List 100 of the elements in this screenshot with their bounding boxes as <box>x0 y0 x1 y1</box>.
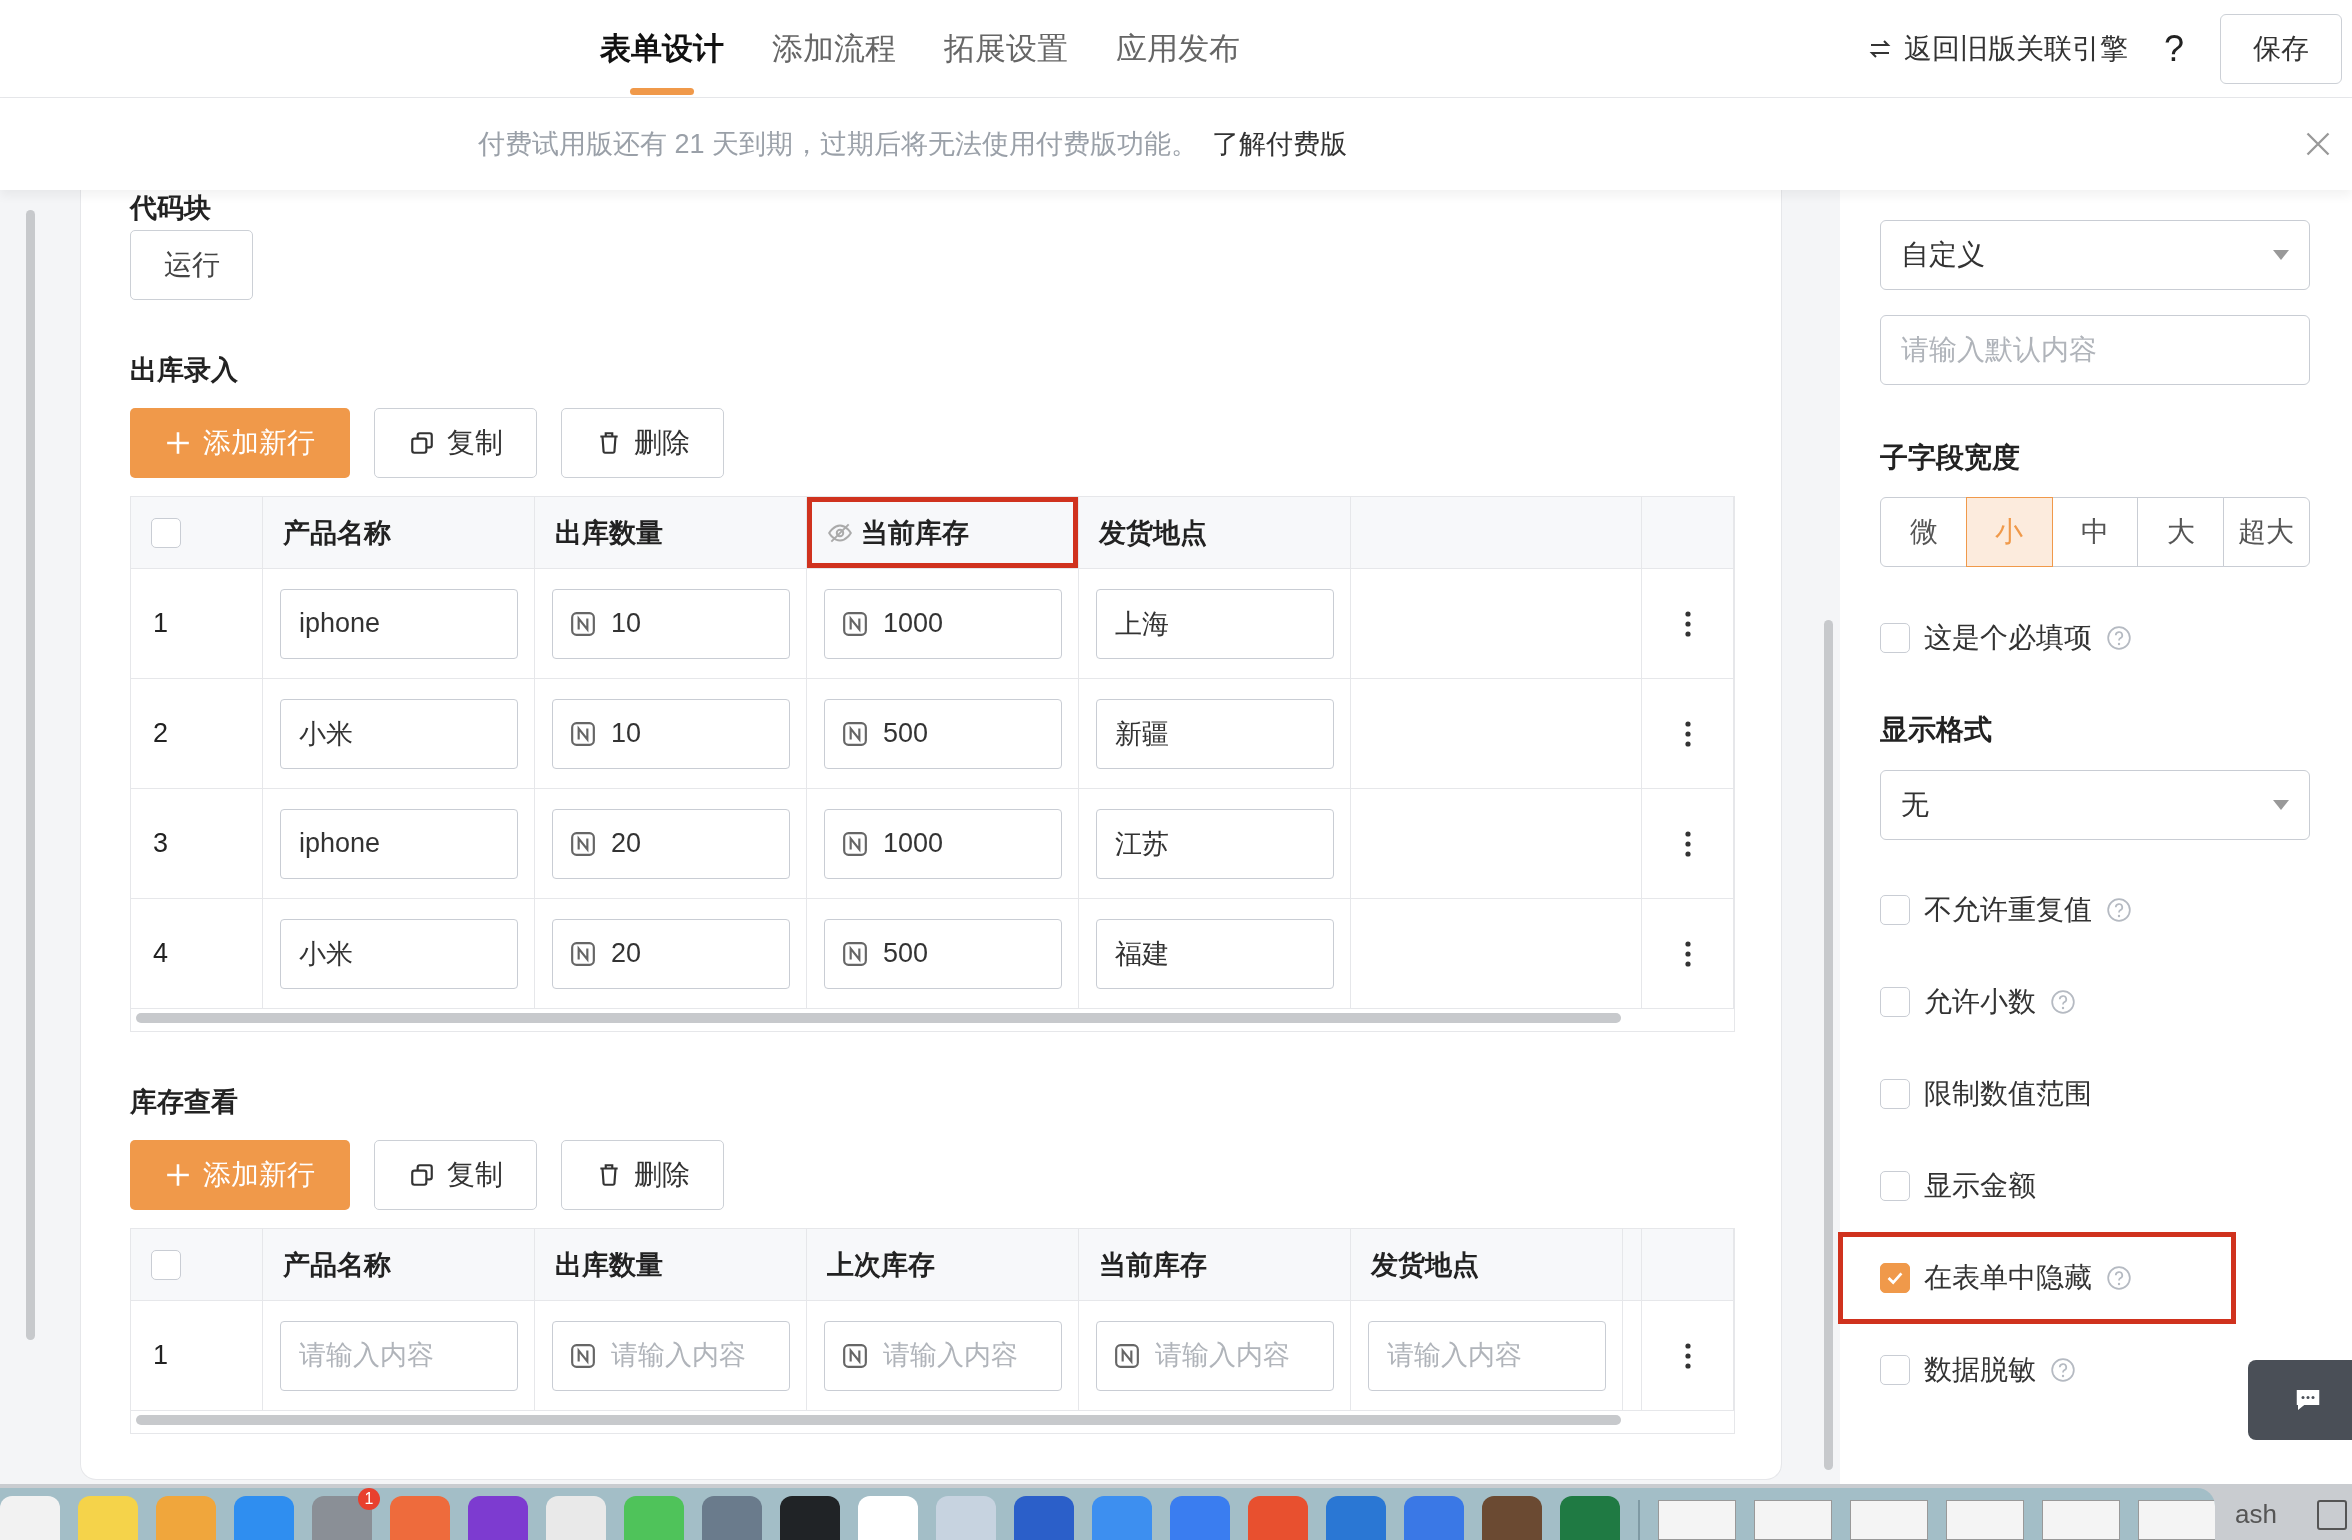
scrollbar[interactable] <box>26 210 35 1340</box>
cell-input[interactable]: 10 <box>552 698 790 769</box>
cell-input[interactable]: 小米 <box>280 698 518 769</box>
nav-tab[interactable]: 表单设计 <box>576 0 748 97</box>
window-thumbnail[interactable] <box>1754 1500 1832 1540</box>
cell-input[interactable]: 1000 <box>824 808 1062 879</box>
cell-input[interactable]: 请输入内容 <box>1096 1320 1334 1391</box>
row-number: 2 <box>153 718 169 749</box>
checkbox-option[interactable]: 不允许重复值 <box>1838 864 2236 956</box>
cell-input[interactable]: 请输入内容 <box>824 1320 1062 1391</box>
width-option[interactable]: 超大 <box>2222 497 2310 567</box>
cell-input[interactable]: 福建 <box>1096 918 1334 989</box>
cell-input[interactable]: 请输入内容 <box>552 1320 790 1391</box>
app-icon[interactable] <box>1482 1496 1542 1540</box>
cell-input[interactable]: iphone <box>280 808 518 879</box>
section-heading: 出库录入 <box>130 354 239 387</box>
default-content-input[interactable]: 请输入默认内容 <box>1880 315 2310 385</box>
window-thumbnail[interactable] <box>1850 1500 1928 1540</box>
number-icon <box>570 940 596 967</box>
chat-button[interactable] <box>2248 1360 2352 1440</box>
scrollbar[interactable] <box>136 1013 1621 1023</box>
cell-input[interactable]: 500 <box>824 918 1062 989</box>
cell-input[interactable]: 500 <box>824 698 1062 769</box>
cell-input[interactable]: 20 <box>552 808 790 879</box>
number-icon <box>570 830 596 857</box>
save-button[interactable]: 保存 <box>2220 13 2342 84</box>
scrollbar[interactable] <box>136 1415 1621 1425</box>
delete-button[interactable]: 删除 <box>561 408 724 478</box>
help-button[interactable]: ? <box>2157 26 2190 71</box>
checkbox[interactable] <box>1880 1079 1910 1109</box>
plus-icon <box>165 430 191 456</box>
width-option[interactable]: 微 <box>1880 497 1968 567</box>
checkbox-option[interactable]: 允许小数 <box>1838 956 2236 1048</box>
cell-input[interactable]: 请输入内容 <box>1368 1320 1606 1391</box>
copy-icon <box>408 1162 435 1188</box>
checkbox[interactable] <box>1880 895 1910 925</box>
cell-input[interactable]: 20 <box>552 918 790 989</box>
cell-input[interactable]: 请输入内容 <box>280 1320 518 1391</box>
checkbox-option[interactable]: 显示金额 <box>1838 1140 2236 1232</box>
checkbox[interactable] <box>1880 1171 1910 1201</box>
run-button[interactable]: 运行 <box>130 230 253 300</box>
copy-button[interactable]: 复制 <box>374 1140 537 1210</box>
delete-button[interactable]: 删除 <box>561 1140 724 1210</box>
more-icon[interactable] <box>1683 829 1692 858</box>
notification-badge: 1 <box>358 1488 380 1510</box>
split-view-icon[interactable] <box>2316 1500 2347 1530</box>
window-thumbnail[interactable] <box>2042 1500 2120 1540</box>
checkbox[interactable] <box>1880 623 1910 653</box>
help-icon[interactable] <box>2106 897 2132 923</box>
more-icon[interactable] <box>1683 719 1692 748</box>
legacy-engine-link[interactable]: 返回旧版关联引擎 <box>1867 29 2128 68</box>
row-number: 4 <box>153 938 169 969</box>
more-icon[interactable] <box>1683 1341 1692 1370</box>
cell-input[interactable]: 上海 <box>1096 588 1334 659</box>
number-icon <box>1114 1342 1140 1369</box>
cell-input[interactable]: 10 <box>552 588 790 659</box>
checkbox-option[interactable]: 这是个必填项 <box>1838 592 2236 684</box>
scrollbar[interactable] <box>1824 620 1833 1470</box>
dock-label: ash <box>2235 1499 2277 1530</box>
number-icon <box>570 720 596 747</box>
window-thumbnail[interactable] <box>1946 1500 2024 1540</box>
nav-tab[interactable]: 应用发布 <box>1092 0 1264 97</box>
cell-input[interactable]: 小米 <box>280 918 518 989</box>
select-all-checkbox[interactable] <box>151 517 181 548</box>
more-icon[interactable] <box>1683 939 1692 968</box>
cell-input[interactable]: iphone <box>280 588 518 659</box>
help-icon[interactable] <box>2106 625 2132 651</box>
row-number: 1 <box>153 1340 169 1371</box>
column-header: 上次库存 <box>807 1229 1079 1301</box>
width-option[interactable]: 大 <box>2137 497 2225 567</box>
window-thumbnail[interactable] <box>1658 1500 1736 1540</box>
trial-message: 付费试用版还有 21 天到期，过期后将无法使用付费版功能。 <box>478 128 1199 161</box>
checkbox[interactable] <box>1880 1355 1910 1385</box>
app-icon[interactable] <box>1014 1496 1074 1540</box>
copy-button[interactable]: 复制 <box>374 408 537 478</box>
select-all-checkbox[interactable] <box>151 1249 181 1280</box>
row-number: 3 <box>153 828 169 859</box>
app-icon[interactable] <box>468 1496 528 1540</box>
default-value-select[interactable]: 自定义 <box>1880 220 2310 290</box>
help-icon[interactable] <box>2106 1265 2132 1291</box>
checkbox-option[interactable]: 数据脱敏 <box>1838 1324 2236 1416</box>
window-thumbnail[interactable] <box>2138 1500 2215 1540</box>
more-icon[interactable] <box>1683 609 1692 638</box>
close-icon[interactable] <box>2304 130 2332 158</box>
checkbox-option[interactable]: 在表单中隐藏 <box>1838 1232 2236 1324</box>
checkbox-option[interactable]: 限制数值范围 <box>1838 1048 2236 1140</box>
help-icon[interactable] <box>2050 1357 2076 1383</box>
paid-version-link[interactable]: 了解付费版 <box>1212 126 1348 162</box>
help-icon[interactable] <box>2050 989 2076 1015</box>
cell-input[interactable]: 新疆 <box>1096 698 1334 769</box>
width-option[interactable]: 中 <box>2051 497 2139 567</box>
cell-input[interactable]: 江苏 <box>1096 808 1334 879</box>
cell-input[interactable]: 1000 <box>824 588 1062 659</box>
checkbox[interactable] <box>1880 1263 1910 1293</box>
display-format-select[interactable]: 无 <box>1880 770 2310 840</box>
checkbox[interactable] <box>1880 987 1910 1017</box>
app-icon[interactable] <box>780 1496 840 1540</box>
nav-tab[interactable]: 添加流程 <box>748 0 920 97</box>
nav-tab[interactable]: 拓展设置 <box>920 0 1092 97</box>
number-icon <box>842 610 868 637</box>
